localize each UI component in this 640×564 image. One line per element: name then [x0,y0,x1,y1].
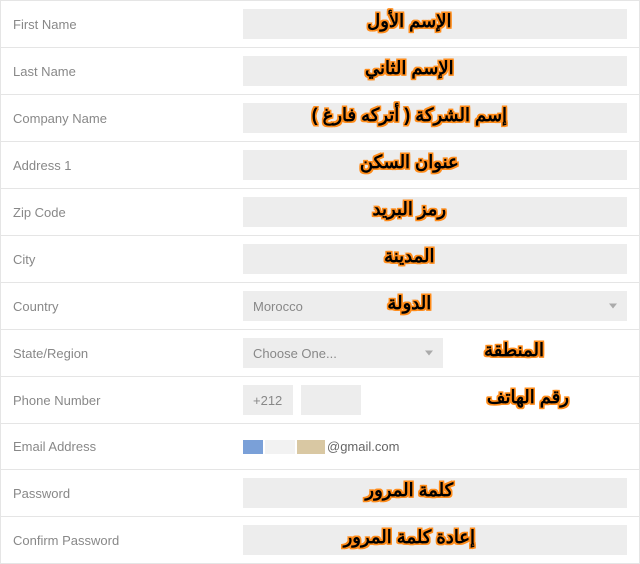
state-region-value: Choose One... [253,346,337,361]
label-country: Country [13,299,243,314]
city-input[interactable] [243,244,627,274]
row-company-name: Company Name إسم الشركة ( أتركه فارغ ) [0,95,640,142]
label-address-1: Address 1 [13,158,243,173]
zip-code-input[interactable] [243,197,627,227]
label-first-name: First Name [13,17,243,32]
last-name-input[interactable] [243,56,627,86]
row-city: City المدينة [0,236,640,283]
label-password: Password [13,486,243,501]
phone-number-input[interactable] [301,385,361,415]
row-country: Country Morocco الدولة [0,283,640,330]
label-phone-number: Phone Number [13,393,243,408]
phone-prefix: +212 [243,385,293,415]
email-domain: @gmail.com [327,439,399,454]
label-last-name: Last Name [13,64,243,79]
country-value: Morocco [253,299,303,314]
blurred-segment [265,440,295,454]
chevron-down-icon [425,351,433,356]
row-phone-number: Phone Number +212 رقم الهاتف [0,377,640,424]
registration-form: First Name الإسم الأول Last Name الإسم ا… [0,0,640,564]
row-last-name: Last Name الإسم الثاني [0,48,640,95]
address-1-input[interactable] [243,150,627,180]
state-region-select[interactable]: Choose One... [243,338,443,368]
company-name-input[interactable] [243,103,627,133]
row-first-name: First Name الإسم الأول [0,1,640,48]
password-input[interactable] [243,478,627,508]
blurred-segment [297,440,325,454]
label-confirm-password: Confirm Password [13,533,243,548]
row-password: Password كلمة المرور [0,470,640,517]
email-value: @gmail.com [243,439,399,454]
row-email-address: Email Address @gmail.com [0,424,640,470]
chevron-down-icon [609,304,617,309]
row-address-1: Address 1 عنوان السكن [0,142,640,189]
first-name-input[interactable] [243,9,627,39]
country-select[interactable]: Morocco [243,291,627,321]
row-confirm-password: Confirm Password إعادة كلمة المرور [0,517,640,564]
row-zip-code: Zip Code رمز البريد [0,189,640,236]
row-state-region: State/Region Choose One... المنطقة [0,330,640,377]
label-city: City [13,252,243,267]
blurred-segment [243,440,263,454]
label-zip-code: Zip Code [13,205,243,220]
label-state-region: State/Region [13,346,243,361]
confirm-password-input[interactable] [243,525,627,555]
label-company-name: Company Name [13,111,243,126]
label-email-address: Email Address [13,439,243,454]
